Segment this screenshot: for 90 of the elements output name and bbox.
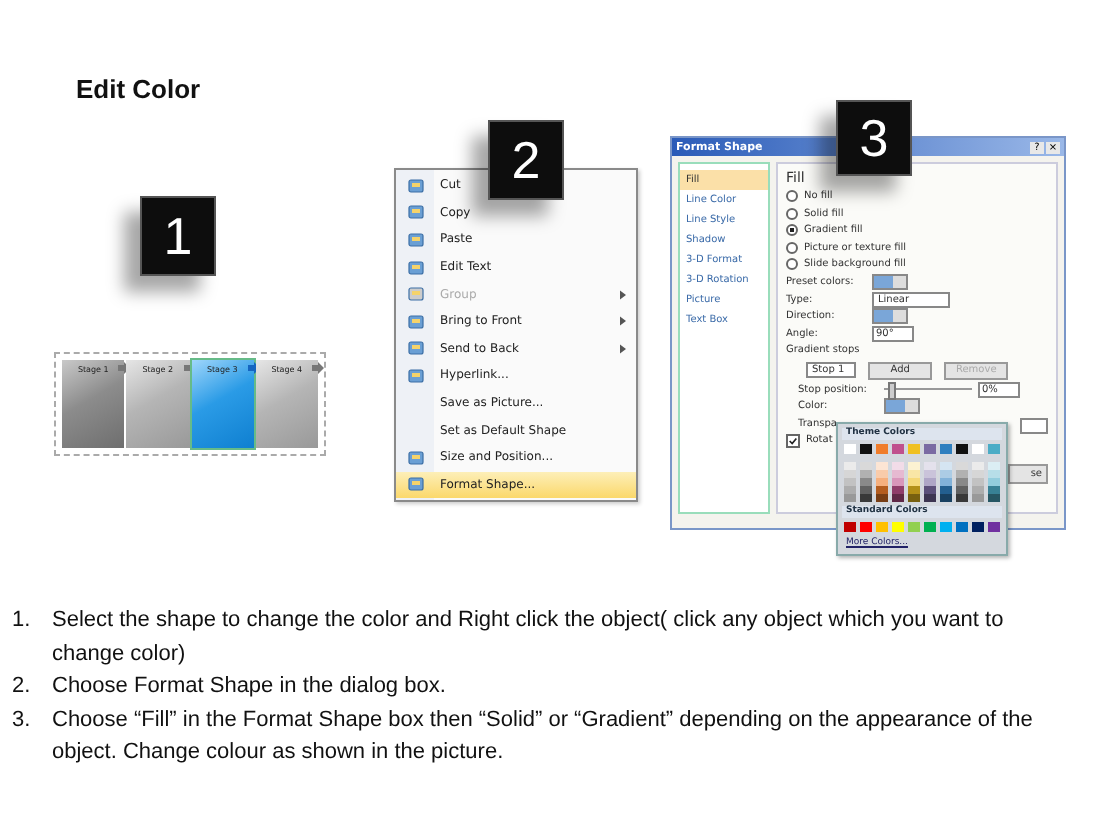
color-swatch[interactable] [860,478,872,486]
color-swatch[interactable] [956,478,968,486]
slide-title: Edit Color [76,74,201,104]
color-swatch[interactable] [844,470,856,478]
color-swatch[interactable] [924,478,936,486]
color-swatch[interactable] [908,444,920,454]
color-swatch[interactable] [860,470,872,478]
step-badge: 2 [488,120,564,200]
color-button[interactable] [884,398,920,415]
color-swatch[interactable] [908,522,920,532]
color-swatch[interactable] [988,470,1000,478]
step-number: 1. [12,606,33,636]
radio-button[interactable] [786,224,798,237]
color-swatch[interactable] [988,444,1000,454]
color-swatch[interactable] [876,478,888,486]
radio-button[interactable] [786,241,798,254]
submenu-arrow-icon [620,316,626,327]
color-swatch[interactable] [940,444,952,454]
slider-thumb[interactable] [888,382,897,401]
step-badge: 1 [140,196,216,276]
color-swatch[interactable] [892,522,904,532]
color-swatch[interactable] [876,494,888,502]
color-swatch[interactable] [844,494,856,502]
instruction-text: Choose Format Shape in the dialog box. [52,672,448,702]
color-swatch[interactable] [924,486,936,494]
color-swatch[interactable] [908,478,920,486]
step-badge: 3 [836,100,912,176]
color-swatch[interactable] [940,462,952,470]
color-swatch[interactable] [908,494,920,502]
arrow-icon [312,362,324,374]
checkbox[interactable] [786,433,800,448]
color-swatch[interactable] [892,486,904,494]
color-swatch[interactable] [940,478,952,486]
color-swatch[interactable] [956,486,968,494]
color-swatch[interactable] [956,494,968,502]
color-swatch[interactable] [988,494,1000,502]
color-swatch[interactable] [844,486,856,494]
color-swatch[interactable] [972,522,984,532]
step-number: 3. [12,705,33,735]
color-swatch[interactable] [860,486,872,494]
color-swatch[interactable] [940,470,952,478]
color-swatch[interactable] [956,522,968,532]
color-swatch[interactable] [892,494,904,502]
transparency-field[interactable] [1020,418,1048,434]
color-swatch[interactable] [972,444,984,454]
radio-button[interactable] [786,190,798,203]
instruction-text: Choose “Fill” in the Format Shape box then “Solid” or “Gradient” depending on the appearance of the object. Change colour as shown in the picture. [52,705,1035,768]
color-swatch[interactable] [956,462,968,470]
color-swatch[interactable] [940,522,952,532]
color-swatch[interactable] [908,462,920,470]
radio-button[interactable] [786,207,798,220]
submenu-arrow-icon [620,289,626,300]
color-swatch[interactable] [924,444,936,454]
color-swatch[interactable] [860,444,872,454]
color-swatch[interactable] [908,486,920,494]
color-swatch[interactable] [860,522,872,532]
color-swatch[interactable] [972,494,984,502]
color-swatch[interactable] [956,470,968,478]
color-swatch[interactable] [892,478,904,486]
color-swatch[interactable] [876,444,888,454]
color-swatch[interactable] [876,462,888,470]
color-swatch[interactable] [908,470,920,478]
color-swatch[interactable] [940,486,952,494]
preset-dropdown[interactable] [872,274,908,291]
color-swatch[interactable] [844,522,856,532]
color-swatch[interactable] [892,470,904,478]
direction-dropdown[interactable] [872,308,908,325]
color-swatch[interactable] [876,522,888,532]
step-number: 2. [12,672,33,702]
instruction-text: Select the shape to change the color and Right click the object( click any object which you want to change color) [52,606,1006,669]
color-swatch[interactable] [924,522,936,532]
color-swatch[interactable] [860,494,872,502]
color-swatch[interactable] [924,494,936,502]
color-swatch[interactable] [988,522,1000,532]
submenu-arrow-icon [620,343,626,354]
color-swatch[interactable] [844,478,856,486]
color-swatch[interactable] [924,470,936,478]
color-swatch[interactable] [972,470,984,478]
color-swatch[interactable] [844,444,856,454]
color-swatch[interactable] [940,494,952,502]
color-swatch[interactable] [988,486,1000,494]
color-swatch[interactable] [972,486,984,494]
color-swatch[interactable] [876,470,888,478]
color-swatch[interactable] [972,478,984,486]
radio-button[interactable] [786,258,798,271]
color-swatch[interactable] [956,444,968,454]
color-swatch[interactable] [988,478,1000,486]
color-swatch[interactable] [860,462,872,470]
color-swatch[interactable] [892,444,904,454]
color-swatch[interactable] [876,486,888,494]
